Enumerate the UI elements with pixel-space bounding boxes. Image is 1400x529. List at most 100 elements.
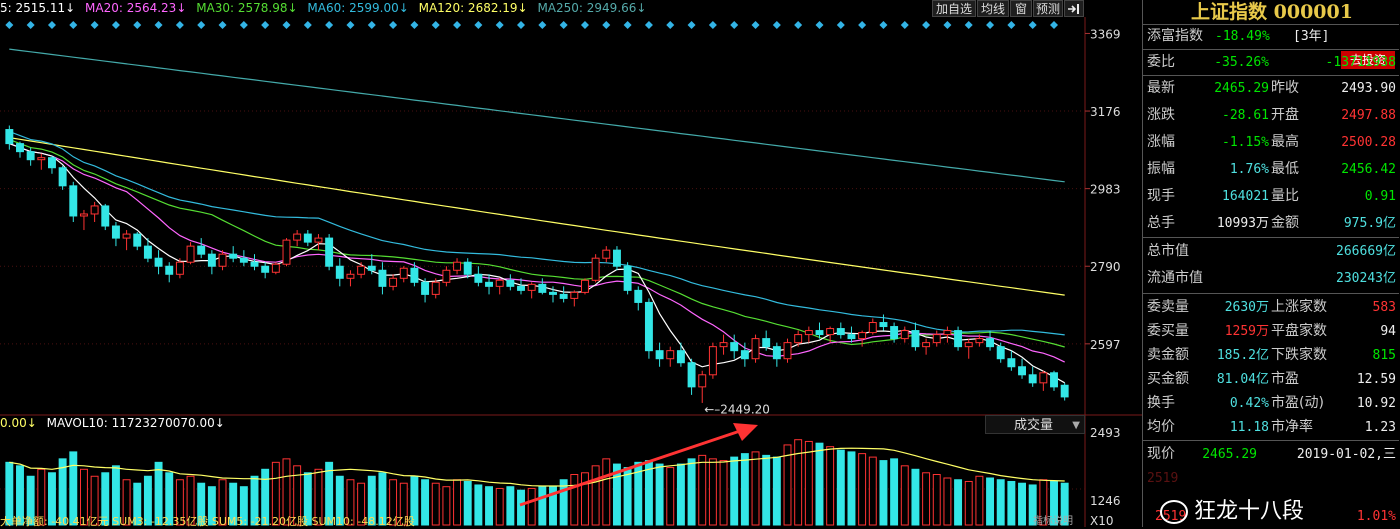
volume-bar (69, 451, 78, 526)
order-row: 买金额 81.04亿 市盈 12.59 (1143, 367, 1399, 392)
candle-body (719, 342, 728, 348)
panel-title: 上证指数 000001 (1191, 1, 1353, 23)
candle-body (154, 257, 163, 267)
quote-value: 1.76% (1229, 162, 1269, 177)
volume-bar (868, 456, 877, 526)
signal-diamond (900, 21, 909, 29)
candle-body (975, 338, 984, 344)
candle-body (954, 330, 963, 348)
signal-diamond (154, 21, 163, 29)
candle-body (911, 330, 920, 348)
candle-body (676, 350, 685, 364)
signal-diamond (538, 21, 547, 29)
signal-diamond (111, 21, 120, 29)
candle-body (111, 225, 120, 239)
candle-body (900, 330, 909, 340)
quote-label: 总手 (1147, 215, 1175, 231)
candle-body (815, 330, 824, 336)
window-button[interactable]: 窗 (1010, 0, 1032, 17)
current-price-label: 现价 (1147, 446, 1175, 462)
order-value-2: 583 (1372, 300, 1396, 315)
signal-diamond (367, 21, 376, 29)
signal-diamond (218, 21, 227, 29)
candle-body (634, 289, 643, 303)
ma60-legend: MA60: 2599.00↓ (307, 1, 409, 15)
weibi-pct: -35.26% (1214, 55, 1269, 70)
quote-value: 164021 (1222, 189, 1269, 204)
signal-diamond (1007, 21, 1016, 29)
candle-body (261, 265, 270, 273)
volume-axis-label: X10 (1090, 514, 1114, 527)
signal-diamond (922, 21, 931, 29)
order-row: 均价 11.18 市净率 1.23 (1143, 415, 1399, 440)
signal-diamond (389, 21, 398, 29)
candle-body (5, 129, 14, 145)
candle-body (90, 205, 99, 215)
candle-body (175, 261, 184, 275)
candle-body (495, 279, 504, 287)
signal-diamond (580, 21, 589, 29)
candle-body (197, 245, 206, 255)
quote-value: 2465.29 (1214, 81, 1269, 96)
volume-indicator-dropdown[interactable]: 成交量 ▼ (985, 415, 1085, 434)
volume-axis-label: 2493 (1090, 426, 1121, 440)
quote-row: 涨跌 -28.61 开盘 2497.88 (1143, 103, 1399, 128)
signal-diamond (964, 21, 973, 29)
signal-diamond (708, 21, 717, 29)
ma-line-button[interactable]: 均线 (977, 0, 1009, 17)
quote-row: 现手 164021 量比 0.91 (1143, 184, 1399, 209)
candle-body (186, 245, 195, 263)
order-row: 卖金额 185.2亿 下跌家数 815 (1143, 343, 1399, 368)
total-mktcap-row: 总市值 266669亿 (1143, 239, 1399, 264)
add-watchlist-button[interactable]: 加自选 (932, 0, 976, 17)
candle-body (399, 267, 408, 279)
volume-bar (783, 444, 792, 526)
signal-diamond (453, 21, 462, 29)
signal-diamond (69, 21, 78, 29)
candle-body (271, 263, 280, 273)
quote-label: 最新 (1147, 80, 1175, 96)
candle-body (986, 338, 995, 348)
order-value-2: 1.23 (1364, 420, 1396, 435)
order-label-2: 上涨家数 (1271, 299, 1327, 315)
indicator-help-button[interactable]: 指标说明 (1022, 516, 1084, 527)
candle-body (79, 213, 88, 217)
order-value-2: 12.59 (1356, 372, 1396, 387)
signal-diamond (879, 21, 888, 29)
quote-label-2: 最高 (1271, 134, 1299, 150)
candle-body (16, 143, 24, 153)
signal-diamond (197, 21, 206, 29)
ma120-legend: MA120: 2682.19↓ (418, 1, 528, 15)
candle-body (474, 273, 483, 283)
candle-body (772, 346, 781, 360)
candle-body (783, 342, 792, 360)
price-axis-label: 2597 (1090, 338, 1121, 352)
tianfu-period: [3年] (1293, 29, 1330, 44)
order-label: 均价 (1147, 419, 1175, 435)
signal-diamond (261, 21, 270, 29)
volume-bar (836, 449, 845, 526)
order-row: 委买量 1259万 平盘家数 94 (1143, 319, 1399, 344)
order-label-2: 平盘家数 (1271, 323, 1327, 339)
signal-diamond (517, 21, 526, 29)
partial-pct: 1.01% (1356, 509, 1396, 524)
candle-body (293, 233, 302, 241)
candle-body (442, 269, 451, 283)
order-label-2: 市盈(动) (1271, 395, 1324, 411)
order-label-2: 下跌家数 (1271, 347, 1327, 363)
candle-body (218, 253, 227, 267)
kline-chart[interactable]: 3369 3176 2983 2790 2597 2493 1246 X10 ←–2449.2… (0, 17, 1142, 527)
candle-body (133, 233, 142, 247)
candle-body (506, 279, 515, 287)
candle-body (858, 332, 867, 340)
candle-body (730, 342, 739, 352)
forecast-button[interactable]: 预测 (1033, 0, 1063, 17)
quote-row: 最新 2465.29 昨收 2493.90 (1143, 76, 1399, 101)
exit-arrow-icon[interactable] (1064, 0, 1084, 17)
quote-row: 振幅 1.76% 最低 2456.42 (1143, 157, 1399, 182)
signal-diamond (815, 21, 824, 29)
signal-diamond (623, 21, 632, 29)
candle-body (751, 338, 760, 360)
candle-body (357, 265, 366, 275)
quote-label-2: 昨收 (1271, 80, 1299, 96)
